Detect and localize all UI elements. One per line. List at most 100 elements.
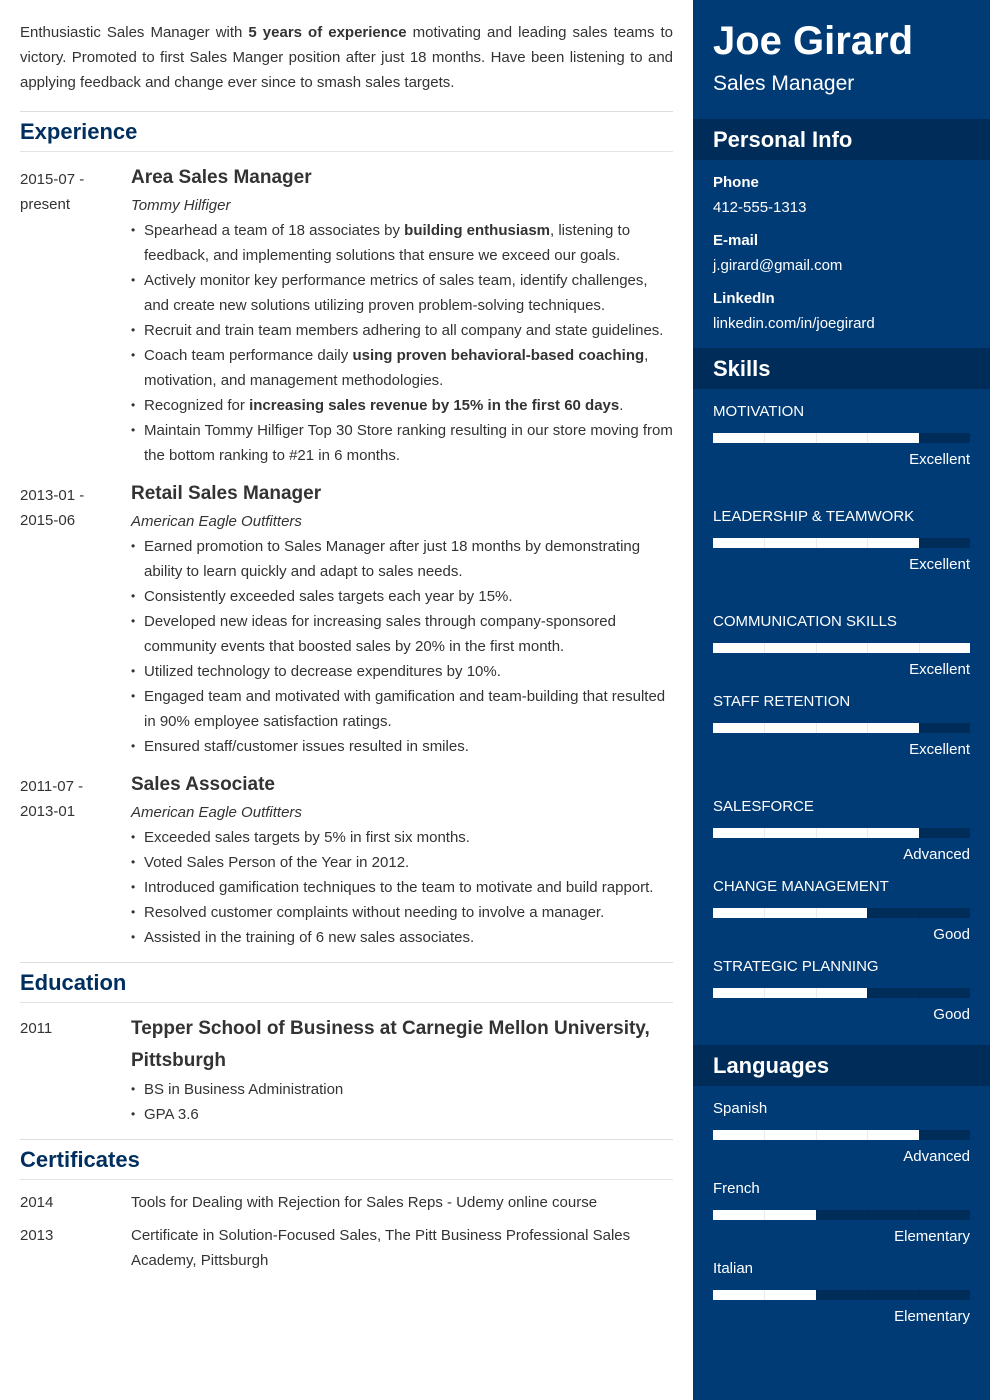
skill-meter-divider	[918, 908, 920, 918]
skill-name: MOTIVATION	[713, 403, 805, 420]
certificate-year: 2013	[20, 1227, 54, 1244]
certificate-text: Certificate in Solution-Focused Sales, T…	[131, 1227, 631, 1269]
skill-level: Excellent	[909, 556, 970, 573]
bullet-text: Actively monitor key performance metrics…	[144, 272, 648, 314]
skill-meter-divider	[815, 723, 817, 733]
email-label: E-mail	[713, 232, 759, 249]
bullet-text: Recruit and train team members adhering …	[144, 322, 664, 339]
language-item: French Elementary	[713, 1176, 970, 1249]
list-item: Assisted in the training of 6 new sales …	[131, 925, 673, 950]
skill-meter-divider	[764, 643, 766, 653]
skill-meter-divider	[764, 1290, 766, 1300]
linkedin-value: linkedin.com/in/joegirard	[713, 315, 875, 332]
certificate-text: Tools for Dealing with Rejection for Sal…	[131, 1194, 598, 1211]
company-name: Tommy Hilfiger	[131, 197, 231, 214]
skill-meter-divider	[764, 723, 766, 733]
skills-heading: Skills	[693, 348, 990, 389]
date-start: 2011-07 -	[20, 778, 84, 795]
skill-name: COMMUNICATION SKILLS	[713, 613, 897, 630]
list-item: Exceeded sales targets by 5% in first si…	[131, 825, 673, 850]
list-item: Introduced gamification techniques to th…	[131, 875, 673, 900]
date-end: 2015-06	[20, 512, 76, 529]
skill-meter-divider	[867, 723, 869, 733]
skill-meter-divider	[918, 1210, 920, 1220]
skill-item: CHANGE MANAGEMENT Good	[713, 874, 970, 947]
skill-meter-divider	[918, 828, 920, 838]
skill-meter-divider	[764, 908, 766, 918]
skill-meter-divider	[815, 988, 817, 998]
bullet-text: Engaged team and motivated with gamifica…	[144, 688, 666, 730]
summary: Enthusiastic Sales Manager with 5 years …	[20, 0, 673, 112]
certificate-entry: 2014 Tools for Dealing with Rejection fo…	[20, 1190, 673, 1215]
experience-section: Experience 2015-07 - present Area Sales Ma…	[20, 112, 673, 950]
company-name: American Eagle Outfitters	[131, 513, 302, 530]
skill-level: Excellent	[909, 661, 970, 678]
company-name: American Eagle Outfitters	[131, 804, 302, 821]
skill-item: STRATEGIC PLANNING Good	[713, 954, 970, 1027]
job-title: Sales Associate	[131, 774, 275, 795]
bullet-text: Spearhead a team of 18 associates by	[144, 222, 405, 239]
skill-meter-divider	[815, 433, 817, 443]
bullet-highlight: using proven behavioral-based coaching	[352, 347, 645, 364]
job-title: Area Sales Manager	[131, 167, 312, 188]
bullet-text: Developed new ideas for increasing sales…	[144, 613, 616, 655]
language-item: Spanish Advanced	[713, 1096, 970, 1169]
skill-meter-fill	[713, 988, 868, 998]
section-title-experience: Experience	[20, 112, 673, 152]
skill-meter	[713, 538, 970, 548]
bullet-text: Maintain Tommy Hilfiger Top 30 Store ran…	[144, 422, 673, 464]
list-item: Consistently exceeded sales targets each…	[131, 584, 673, 609]
list-item: Resolved customer complaints without nee…	[131, 900, 673, 925]
skill-meter-divider	[815, 1130, 817, 1140]
skill-meter-divider	[918, 538, 920, 548]
experience-entry: 2013-01 - 2015-06 Retail Sales Manager Amer…	[20, 468, 673, 759]
skills-list: MOTIVATION Excellent LEADERSHIP & TEAMWORK…	[693, 389, 990, 1027]
skill-meter-fill	[713, 908, 868, 918]
skill-meter-divider	[764, 1210, 766, 1220]
skill-meter-divider	[815, 828, 817, 838]
summary-highlight: 5 years of experience	[248, 24, 407, 41]
language-item: Italian Elementary	[713, 1256, 970, 1329]
sidebar: Joe Girard Sales Manager Personal Info P…	[693, 0, 990, 1400]
skill-meter-divider	[815, 1210, 817, 1220]
education-body: Tepper School of Business at Carnegie Me…	[131, 1016, 673, 1127]
skill-name: SALESFORCE	[713, 798, 814, 815]
personal-info-heading: Personal Info	[693, 119, 990, 160]
skill-meter-divider	[815, 538, 817, 548]
education-year: 2011	[20, 1020, 53, 1037]
skill-name: STRATEGIC PLANNING	[713, 958, 879, 975]
languages-list: Spanish Advanced French Elementary Italian El…	[693, 1086, 990, 1329]
list-item: Recruit and train team members adhering …	[131, 318, 673, 343]
phone-value: 412-555-1313	[713, 199, 807, 216]
date-start: 2015-07 -	[20, 171, 85, 188]
education-school: Tepper School of Business at Carnegie Me…	[131, 1018, 650, 1071]
list-item: BS in Business Administration	[131, 1077, 673, 1102]
skill-meter-divider	[815, 908, 817, 918]
bullet-text: Assisted in the training of 6 new sales …	[144, 929, 475, 946]
skill-meter-divider	[867, 1130, 869, 1140]
skill-item: LEADERSHIP & TEAMWORK Excellent	[713, 504, 970, 577]
list-item: Developed new ideas for increasing sales…	[131, 609, 673, 659]
experience-entry: 2015-07 - present Area Sales Manager Tommy …	[20, 152, 673, 468]
certificate-year: 2014	[20, 1194, 54, 1211]
candidate-title: Sales Manager	[713, 72, 855, 95]
experience-dates: 2011-07 - 2013-01	[20, 772, 131, 950]
date-end: 2013-01	[20, 803, 76, 820]
achievement-list: Exceeded sales targets by 5% in first si…	[131, 825, 673, 950]
bullet-highlight: increasing sales revenue by 15% in the f…	[249, 397, 620, 414]
experience-dates: 2013-01 - 2015-06	[20, 481, 131, 759]
skill-meter-divider	[867, 538, 869, 548]
skill-meter-divider	[815, 1290, 817, 1300]
list-item: Coach team performance daily using prove…	[131, 343, 673, 393]
summary-text: Enthusiastic Sales Manager with	[20, 24, 249, 41]
skill-meter	[713, 908, 970, 918]
bullet-highlight: building enthusiasm	[404, 222, 551, 239]
achievement-list: Earned promotion to Sales Manager after …	[131, 534, 673, 759]
achievement-list: Spearhead a team of 18 associates by bui…	[131, 218, 673, 468]
skill-meter-divider	[918, 988, 920, 998]
